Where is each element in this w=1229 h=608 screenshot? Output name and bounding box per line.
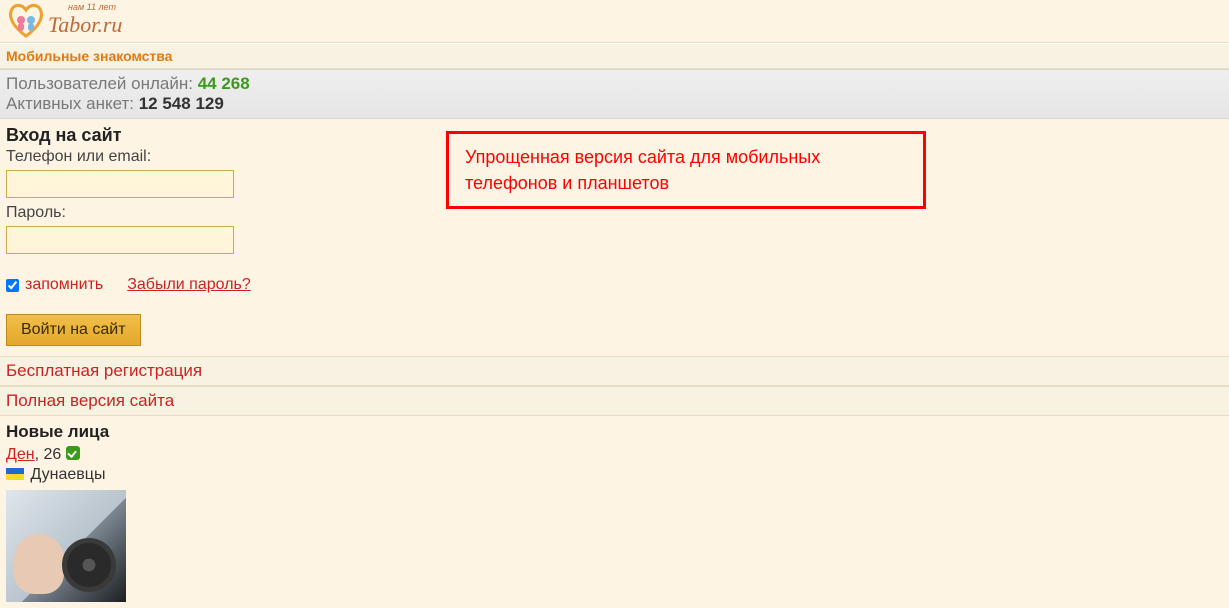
avatar — [6, 490, 126, 602]
email-label: Телефон или email: — [6, 148, 436, 166]
logo-tagline: нам 11 лет — [68, 2, 122, 12]
profiles-label: Активных анкет: — [6, 94, 139, 113]
logo-name: Tabor.ru — [48, 12, 122, 38]
heart-icon — [6, 2, 46, 38]
full-version-link[interactable]: Полная версия сайта — [6, 391, 174, 410]
login-title: Вход на сайт — [6, 125, 436, 146]
login-form: Вход на сайт Телефон или email: Пароль: … — [6, 125, 436, 346]
profile-location: Дунаевцы — [30, 466, 105, 483]
password-field[interactable] — [6, 226, 234, 254]
online-count: 44 268 — [198, 74, 250, 93]
header: нам 11 лет Tabor.ru — [0, 0, 1229, 43]
online-label: Пользователей онлайн: — [6, 74, 198, 93]
online-badge-icon — [66, 446, 80, 460]
logo[interactable]: нам 11 лет Tabor.ru — [6, 2, 122, 38]
info-callout: Упрощенная версия сайта для мобильных те… — [446, 131, 926, 209]
flag-ua-icon — [6, 468, 24, 480]
stats-bar: Пользователей онлайн: 44 268 Активных ан… — [0, 69, 1229, 119]
new-faces: Новые лица Ден, 26 Дунаевцы — [0, 416, 1229, 608]
page-subtitle: Мобильные знакомства — [0, 43, 1229, 69]
profile-name-link[interactable]: Ден — [6, 446, 35, 463]
profiles-count: 12 548 129 — [139, 94, 224, 113]
remember-label: запомнить — [25, 276, 103, 294]
new-faces-title: Новые лица — [6, 422, 1223, 442]
profile-avatar-link[interactable] — [6, 490, 1223, 602]
remember-checkbox[interactable] — [6, 279, 19, 292]
profile-age: 26 — [43, 446, 61, 463]
register-section: Бесплатная регистрация — [0, 356, 1229, 386]
full-version-section: Полная версия сайта — [0, 386, 1229, 416]
register-link[interactable]: Бесплатная регистрация — [6, 361, 202, 380]
forgot-password-link[interactable]: Забыли пароль? — [127, 276, 251, 294]
main-content: Вход на сайт Телефон или email: Пароль: … — [0, 119, 1229, 356]
email-field[interactable] — [6, 170, 234, 198]
login-button[interactable]: Войти на сайт — [6, 314, 141, 346]
password-label: Пароль: — [6, 204, 436, 222]
